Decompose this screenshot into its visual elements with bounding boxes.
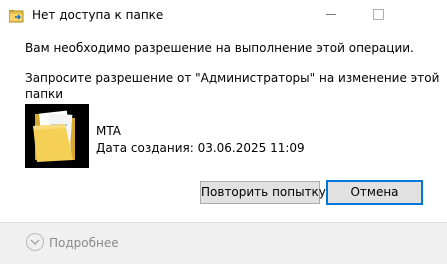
close-button[interactable] [401, 0, 447, 29]
error-message: Вам необходимо разрешение на выполнение … [25, 41, 414, 55]
folder-created-date: Дата создания: 03.06.2025 11:09 [96, 141, 305, 155]
title-bar[interactable]: Нет доступа к папке [0, 0, 447, 30]
maximize-button[interactable] [355, 0, 401, 29]
folder-move-icon [8, 8, 25, 23]
window-title: Нет доступа к папке [32, 8, 164, 22]
minimize-icon [326, 14, 336, 15]
retry-button[interactable]: Повторить попытку [200, 181, 326, 204]
maximize-icon [373, 9, 384, 20]
request-message-line2: папки [25, 87, 64, 101]
minimize-button[interactable] [308, 0, 354, 29]
details-label: Подробнее [49, 236, 119, 250]
request-message-line1: Запросите разрешение от "Администраторы"… [25, 71, 440, 85]
folder-icon [25, 104, 89, 168]
footer: Подробнее [0, 222, 447, 264]
folder-name: MTA [96, 124, 121, 138]
chevron-down-circle-icon [26, 233, 44, 251]
cancel-button[interactable]: Отмена [326, 180, 423, 205]
